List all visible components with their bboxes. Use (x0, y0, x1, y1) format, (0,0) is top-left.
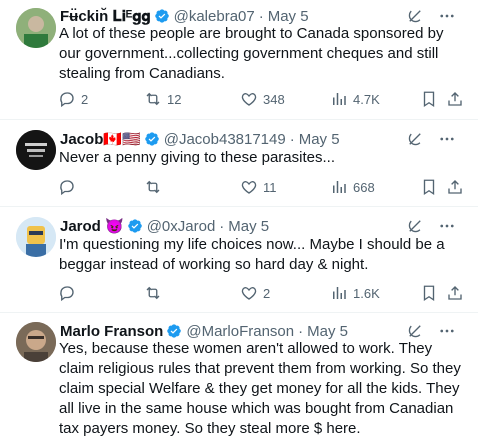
more-icon[interactable] (438, 322, 456, 340)
display-name[interactable]: Marlo Franson (60, 323, 163, 340)
share-button[interactable] (446, 177, 464, 197)
like-icon (241, 287, 257, 300)
tweet-text: A lot of these people are brought to Can… (59, 25, 444, 82)
view-count: 1.6K (353, 285, 380, 301)
tweet[interactable]: Marlo Franson @MarloFranson · May 5 Yes,… (0, 313, 478, 437)
reply-button[interactable] (58, 177, 81, 197)
tweet[interactable]: Jacob🇨🇦🇺🇸 @Jacob43817149 · May 5 Never a… (0, 120, 478, 207)
tweet-text: Yes, because these women aren't allowed … (59, 340, 461, 437)
separator-dot: · (298, 322, 304, 340)
tweet[interactable]: Fʉ̈ckin̆ 𝐋𝐢ᴱ𝐠𝐠 @kalebra07 · May 5 A lot … (0, 0, 478, 120)
retweet-button[interactable] (144, 283, 167, 303)
views-icon (333, 93, 346, 105)
like-count: 11 (263, 179, 277, 195)
like-button[interactable]: 348 (240, 89, 285, 109)
retweet-button[interactable] (144, 177, 167, 197)
separator-dot: · (258, 7, 264, 25)
bookmark-icon (423, 179, 435, 196)
timestamp[interactable]: May 5 (307, 323, 348, 340)
like-button[interactable]: 2 (240, 283, 270, 303)
more-icon[interactable] (438, 7, 456, 25)
more-icon[interactable] (438, 130, 456, 148)
tweet[interactable]: Jarod 😈 @0xJarod · May 5 I'm questioning… (0, 207, 478, 313)
tweet-text: I'm questioning my life choices now... M… (59, 236, 445, 273)
share-icon (448, 286, 462, 300)
retweet-button[interactable]: 12 (144, 89, 181, 109)
handle[interactable]: @kalebra07 (174, 8, 255, 25)
handle[interactable]: @0xJarod (147, 218, 216, 235)
avatar[interactable] (16, 322, 56, 362)
like-count: 2 (263, 285, 271, 301)
grok-icon[interactable] (406, 130, 424, 148)
bookmark-icon (423, 91, 435, 108)
retweet-icon (146, 180, 160, 194)
retweet-icon (146, 92, 160, 106)
reply-icon (60, 92, 74, 108)
handle[interactable]: @MarloFranson (186, 323, 294, 340)
like-count: 348 (263, 91, 285, 107)
timestamp[interactable]: May 5 (268, 8, 309, 25)
views-button[interactable]: 668 (330, 177, 375, 197)
tweet-text: Never a penny giving to these parasites.… (59, 149, 335, 166)
avatar[interactable] (16, 130, 56, 170)
verified-badge-icon (144, 132, 159, 146)
share-icon (448, 180, 462, 194)
bookmark-button[interactable] (420, 89, 438, 109)
view-count: 4.7K (353, 91, 380, 107)
reply-icon (60, 286, 74, 302)
retweet-icon (146, 286, 160, 300)
like-icon (241, 181, 257, 194)
display-name[interactable]: Jacob🇨🇦🇺🇸 (60, 130, 141, 148)
views-button[interactable]: 1.6K (330, 283, 380, 303)
grok-icon[interactable] (406, 7, 424, 25)
verified-badge-icon (167, 324, 182, 338)
views-button[interactable]: 4.7K (330, 89, 380, 109)
reply-icon (60, 180, 74, 196)
views-icon (333, 181, 346, 193)
display-name[interactable]: Jarod 😈 (60, 217, 124, 235)
bookmark-icon (423, 285, 435, 302)
reply-button[interactable]: 2 (58, 89, 88, 109)
timestamp[interactable]: May 5 (299, 131, 340, 148)
retweet-count: 12 (167, 91, 182, 107)
display-name[interactable]: Fʉ̈ckin̆ 𝐋𝐢ᴱ𝐠𝐠 (60, 8, 151, 25)
bookmark-button[interactable] (420, 283, 438, 303)
avatar[interactable] (16, 217, 56, 257)
share-icon (448, 92, 462, 106)
views-icon (333, 287, 346, 299)
separator-dot: · (219, 217, 225, 235)
avatar[interactable] (16, 8, 56, 48)
like-icon (241, 93, 257, 106)
grok-icon[interactable] (406, 217, 424, 235)
bookmark-button[interactable] (420, 177, 438, 197)
reply-button[interactable] (58, 283, 81, 303)
verified-badge-icon (154, 9, 169, 23)
reply-count: 2 (81, 91, 89, 107)
separator-dot: · (289, 130, 295, 148)
more-icon[interactable] (438, 217, 456, 235)
handle[interactable]: @Jacob43817149 (164, 131, 286, 148)
like-button[interactable]: 11 (240, 177, 277, 197)
grok-icon[interactable] (406, 322, 424, 340)
timestamp[interactable]: May 5 (228, 218, 269, 235)
verified-badge-icon (127, 219, 142, 233)
share-button[interactable] (446, 89, 464, 109)
view-count: 668 (353, 179, 375, 195)
share-button[interactable] (446, 283, 464, 303)
